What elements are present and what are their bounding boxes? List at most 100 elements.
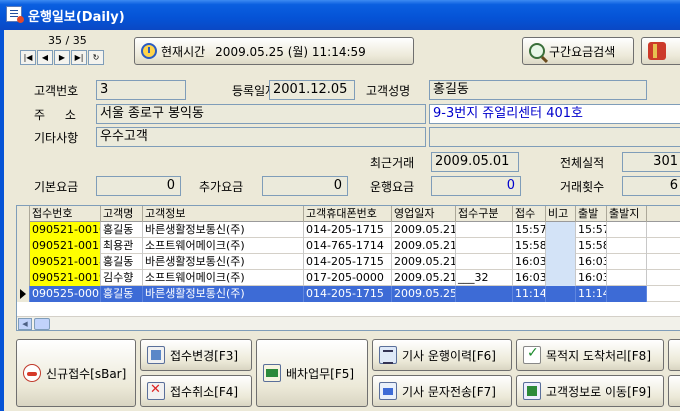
departure-place-cell[interactable]: [607, 286, 647, 302]
table-row[interactable]: 090521-0018 홍길동 바른생활정보통신(주) 014-205-1715…: [17, 254, 680, 270]
scroll-left-icon[interactable]: ◀: [18, 318, 32, 330]
customer-no-field[interactable]: 3: [96, 80, 186, 100]
receipt-time-cell[interactable]: 16:03: [513, 254, 546, 270]
customer-name-cell[interactable]: 홍길동: [101, 254, 143, 270]
remark-cell[interactable]: [546, 222, 576, 238]
grid-header-cell[interactable]: 출발지: [607, 206, 647, 222]
receipt-no-cell[interactable]: 090521-0018: [30, 254, 101, 270]
customer-name-cell[interactable]: 홍길동: [101, 286, 143, 302]
row-indicator[interactable]: [17, 222, 30, 238]
receipt-time-cell[interactable]: 15:57: [513, 222, 546, 238]
customer-name-field[interactable]: 홍길동: [429, 80, 647, 100]
reg-date-field[interactable]: 2001.12.05: [269, 80, 355, 100]
total-perf-field[interactable]: 301: [622, 152, 680, 172]
departure-place-cell[interactable]: [607, 270, 647, 286]
move-customer-button[interactable]: 고객정보로 이동[F9]: [516, 375, 664, 407]
departure-time-cell[interactable]: 16:03: [576, 254, 607, 270]
extra-fare-field[interactable]: 0: [262, 176, 348, 196]
departure-time-cell[interactable]: 16:03: [576, 270, 607, 286]
table-row[interactable]: 090521-0017 최용관 소프트웨어메이크(주) 014-765-1714…: [17, 238, 680, 254]
phone-cell[interactable]: 014-205-1715: [304, 254, 392, 270]
departure-time-cell[interactable]: 15:57: [576, 222, 607, 238]
refresh-button[interactable]: ↻: [88, 50, 104, 65]
departure-time-cell[interactable]: 11:14: [576, 286, 607, 302]
customer-info-cell[interactable]: 소프트웨어메이크(주): [143, 270, 304, 286]
last-record-button[interactable]: ▶|: [71, 50, 87, 65]
trip-count-field[interactable]: 6: [622, 176, 680, 196]
prev-record-button[interactable]: ◀: [37, 50, 53, 65]
receipt-time-cell[interactable]: 11:14: [513, 286, 546, 302]
cancel-receipt-button[interactable]: 접수취소[F4]: [140, 375, 252, 407]
notes2-field[interactable]: [429, 127, 680, 147]
receipt-no-cell[interactable]: 090521-0019: [30, 270, 101, 286]
departure-time-cell[interactable]: 15:58: [576, 238, 607, 254]
trip-fare-field[interactable]: 0: [431, 176, 521, 196]
grid-header-cell[interactable]: 접수: [513, 206, 546, 222]
phone-cell[interactable]: 014-205-1715: [304, 286, 392, 302]
receipt-type-cell[interactable]: [456, 238, 513, 254]
remark-cell[interactable]: [546, 238, 576, 254]
customer-info-cell[interactable]: 바른생활정보통신(주): [143, 222, 304, 238]
receipt-type-cell[interactable]: ___32: [456, 270, 513, 286]
last-trip-field[interactable]: 2009.05.01: [431, 152, 519, 172]
driver-sms-button[interactable]: 기사 문자전송[F7]: [372, 375, 512, 407]
scroll-thumb[interactable]: [34, 318, 50, 330]
next-record-button[interactable]: ▶: [54, 50, 70, 65]
customer-name-cell[interactable]: 김수향: [101, 270, 143, 286]
business-date-cell[interactable]: 2009.05.25: [392, 286, 456, 302]
departure-place-cell[interactable]: [607, 254, 647, 270]
remark-cell[interactable]: [546, 254, 576, 270]
business-date-cell[interactable]: 2009.05.21: [392, 254, 456, 270]
receipt-type-cell[interactable]: [456, 222, 513, 238]
grid-header-cell[interactable]: 고객휴대폰번호: [304, 206, 392, 222]
table-row[interactable]: 090521-0019 김수향 소프트웨어메이크(주) 017-205-0000…: [17, 270, 680, 286]
address2-field[interactable]: 9-3번지 쥬얼리센터 401호: [429, 104, 680, 124]
row-indicator[interactable]: [17, 270, 30, 286]
table-row-selected[interactable]: 090525-0001 홍길동 바른생활정보통신(주) 014-205-1715…: [17, 286, 680, 302]
row-indicator[interactable]: [17, 254, 30, 270]
departure-place-cell[interactable]: [607, 238, 647, 254]
customer-info-cell[interactable]: 소프트웨어메이크(주): [143, 238, 304, 254]
grid-header-cell[interactable]: 영업일자: [392, 206, 456, 222]
customer-info-cell[interactable]: 바른생활정보통신(주): [143, 254, 304, 270]
new-receipt-button[interactable]: 신규접수[sBar]: [16, 339, 136, 407]
receipt-no-cell[interactable]: 090521-0017: [30, 238, 101, 254]
change-receipt-button[interactable]: 접수변경[F3]: [140, 339, 252, 371]
horizontal-scrollbar[interactable]: ◀: [17, 316, 680, 330]
fare-search-button[interactable]: 구간요금검색: [522, 37, 634, 65]
receipt-no-cell[interactable]: 090525-0001: [30, 286, 101, 302]
first-record-button[interactable]: |◀: [20, 50, 36, 65]
customer-name-cell[interactable]: 최용관: [101, 238, 143, 254]
grid-header-cell[interactable]: 접수번호: [30, 206, 101, 222]
receipt-type-cell[interactable]: [456, 254, 513, 270]
grid-header-cell[interactable]: 고객명: [101, 206, 143, 222]
base-fare-field[interactable]: 0: [96, 176, 181, 196]
customer-info-cell[interactable]: 바른생활정보통신(주): [143, 286, 304, 302]
phone-cell[interactable]: 014-765-1714: [304, 238, 392, 254]
business-date-cell[interactable]: 2009.05.21: [392, 238, 456, 254]
receipt-no-cell[interactable]: 090521-0016: [30, 222, 101, 238]
row-indicator[interactable]: [17, 238, 30, 254]
arrival-button[interactable]: 목적지 도착처리[F8]: [516, 339, 664, 371]
grid-header-cell[interactable]: 출발: [576, 206, 607, 222]
departure-place-cell[interactable]: [607, 222, 647, 238]
business-date-cell[interactable]: 2009.05.21: [392, 270, 456, 286]
current-time-button[interactable]: 현재시간 2009.05.25 (월) 11:14:59: [134, 37, 414, 65]
phone-cell[interactable]: 017-205-0000: [304, 270, 392, 286]
notes-field[interactable]: 우수고객: [96, 127, 426, 147]
table-row[interactable]: 090521-0016 홍길동 바른생활정보통신(주) 014-205-1715…: [17, 222, 680, 238]
address1-field[interactable]: 서울 종로구 봉익동: [96, 104, 426, 124]
receipt-type-cell[interactable]: [456, 286, 513, 302]
remark-cell[interactable]: [546, 286, 576, 302]
receipt-time-cell[interactable]: 15:58: [513, 238, 546, 254]
more-button-top[interactable]: [668, 339, 680, 371]
business-date-cell[interactable]: 2009.05.21: [392, 222, 456, 238]
grid-header-cell[interactable]: 접수구분: [456, 206, 513, 222]
receipt-time-cell[interactable]: 16:03: [513, 270, 546, 286]
tools-button[interactable]: [641, 37, 680, 65]
dispatch-button[interactable]: 배차업무[F5]: [256, 339, 368, 407]
grid-header-cell[interactable]: 고객정보: [143, 206, 304, 222]
more-button-bottom[interactable]: [668, 375, 680, 407]
remark-cell[interactable]: [546, 270, 576, 286]
driver-history-button[interactable]: 기사 운행이력[F6]: [372, 339, 512, 371]
